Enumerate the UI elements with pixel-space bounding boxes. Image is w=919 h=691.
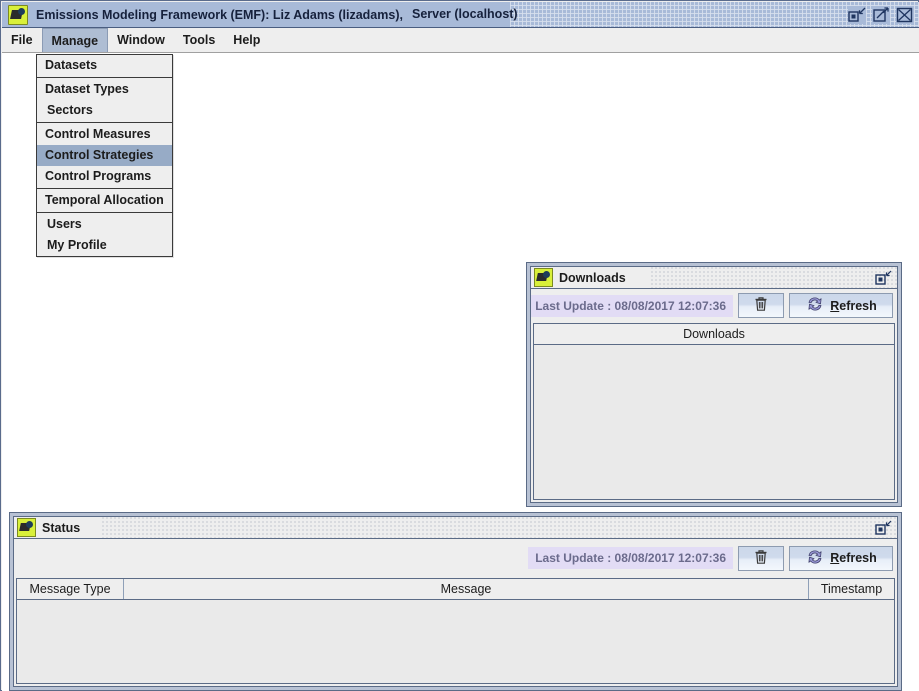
status-window-inner: Status Last Update : 08/08/2017 12:07:36 <box>13 516 898 687</box>
downloads-table-body[interactable] <box>534 345 894 500</box>
status-titlebar: Status <box>14 517 897 539</box>
status-window: Status Last Update : 08/08/2017 12:07:36 <box>9 512 902 691</box>
status-table-header: Message Type Message Timestamp <box>17 579 894 600</box>
status-last-update: Last Update : 08/08/2017 12:07:36 <box>528 547 733 569</box>
menu-manage[interactable]: Manage <box>42 28 109 52</box>
minimize-icon[interactable] <box>848 6 866 24</box>
menu-item-my-profile[interactable]: My Profile <box>37 235 172 256</box>
trash-icon <box>754 296 768 315</box>
menu-item-temporal-allocation[interactable]: Temporal Allocation <box>37 190 172 211</box>
menu-item-control-measures[interactable]: Control Measures <box>37 124 172 145</box>
menu-file[interactable]: File <box>2 28 42 52</box>
refresh-mnemonic: R <box>830 299 839 313</box>
trash-icon <box>754 549 768 568</box>
status-title: Status <box>42 521 86 535</box>
menu-item-sectors[interactable]: Sectors <box>37 100 172 121</box>
column-header-message[interactable]: Message <box>124 579 809 599</box>
refresh-icon <box>805 295 825 316</box>
downloads-delete-button[interactable] <box>738 293 784 318</box>
menu-separator <box>37 77 172 78</box>
column-header-downloads[interactable]: Downloads <box>534 324 894 344</box>
manage-dropdown-menu: Datasets Dataset Types Sectors Control M… <box>36 54 173 257</box>
status-delete-button[interactable] <box>738 546 784 571</box>
window-server-label: Server (localhost) <box>412 7 518 21</box>
downloads-toolbar: Last Update : 08/08/2017 12:07:36 <box>531 289 897 322</box>
menu-item-control-strategies[interactable]: Control Strategies <box>37 145 172 166</box>
window-title: Emissions Modeling Framework (EMF): Liz … <box>36 8 403 22</box>
downloads-titlebar: Downloads <box>531 267 897 289</box>
restore-icon[interactable] <box>875 269 893 287</box>
downloads-title: Downloads <box>559 271 632 285</box>
downloads-window-controls <box>875 269 893 287</box>
menu-item-control-programs[interactable]: Control Programs <box>37 166 172 187</box>
status-refresh-button[interactable]: Refresh <box>789 546 893 571</box>
menu-separator <box>37 188 172 189</box>
status-window-controls <box>875 519 893 537</box>
refresh-label-rest: efresh <box>839 299 877 313</box>
downloads-refresh-button[interactable]: Refresh <box>789 293 893 318</box>
window-controls <box>848 6 914 24</box>
menu-separator <box>37 122 172 123</box>
menu-bar: File Manage Window Tools Help <box>2 28 919 53</box>
menu-item-users[interactable]: Users <box>37 214 172 235</box>
refresh-icon <box>805 548 825 569</box>
menu-tools[interactable]: Tools <box>174 28 224 52</box>
menu-separator <box>37 212 172 213</box>
menu-item-dataset-types[interactable]: Dataset Types <box>37 79 172 100</box>
status-table: Message Type Message Timestamp <box>16 578 895 684</box>
menu-item-datasets[interactable]: Datasets <box>37 55 172 76</box>
emf-frame-icon <box>17 518 36 537</box>
status-refresh-label: Refresh <box>830 551 877 565</box>
downloads-table: Downloads <box>533 323 895 500</box>
window-titlebar: Emissions Modeling Framework (EMF): Liz … <box>2 2 919 28</box>
downloads-window: Downloads Last Update : 08/08/2017 12:07… <box>526 262 902 507</box>
close-icon[interactable] <box>896 6 914 24</box>
downloads-window-inner: Downloads Last Update : 08/08/2017 12:07… <box>530 266 898 503</box>
status-titlebar-texture <box>14 517 897 538</box>
status-toolbar: Last Update : 08/08/2017 12:07:36 <box>14 539 897 577</box>
downloads-table-header: Downloads <box>534 324 894 345</box>
application-window: Emissions Modeling Framework (EMF): Liz … <box>0 0 919 691</box>
emf-app-icon <box>8 5 28 25</box>
maximize-icon[interactable] <box>872 6 890 24</box>
emf-frame-icon <box>534 268 553 287</box>
column-header-timestamp[interactable]: Timestamp <box>809 579 894 599</box>
restore-icon[interactable] <box>875 519 893 537</box>
refresh-label-rest: efresh <box>839 551 877 565</box>
menu-help[interactable]: Help <box>224 28 269 52</box>
refresh-mnemonic: R <box>830 551 839 565</box>
status-table-body[interactable] <box>17 600 894 684</box>
column-header-message-type[interactable]: Message Type <box>17 579 124 599</box>
menu-window[interactable]: Window <box>108 28 174 52</box>
downloads-last-update: Last Update : 08/08/2017 12:07:36 <box>530 295 733 317</box>
downloads-refresh-label: Refresh <box>830 299 877 313</box>
